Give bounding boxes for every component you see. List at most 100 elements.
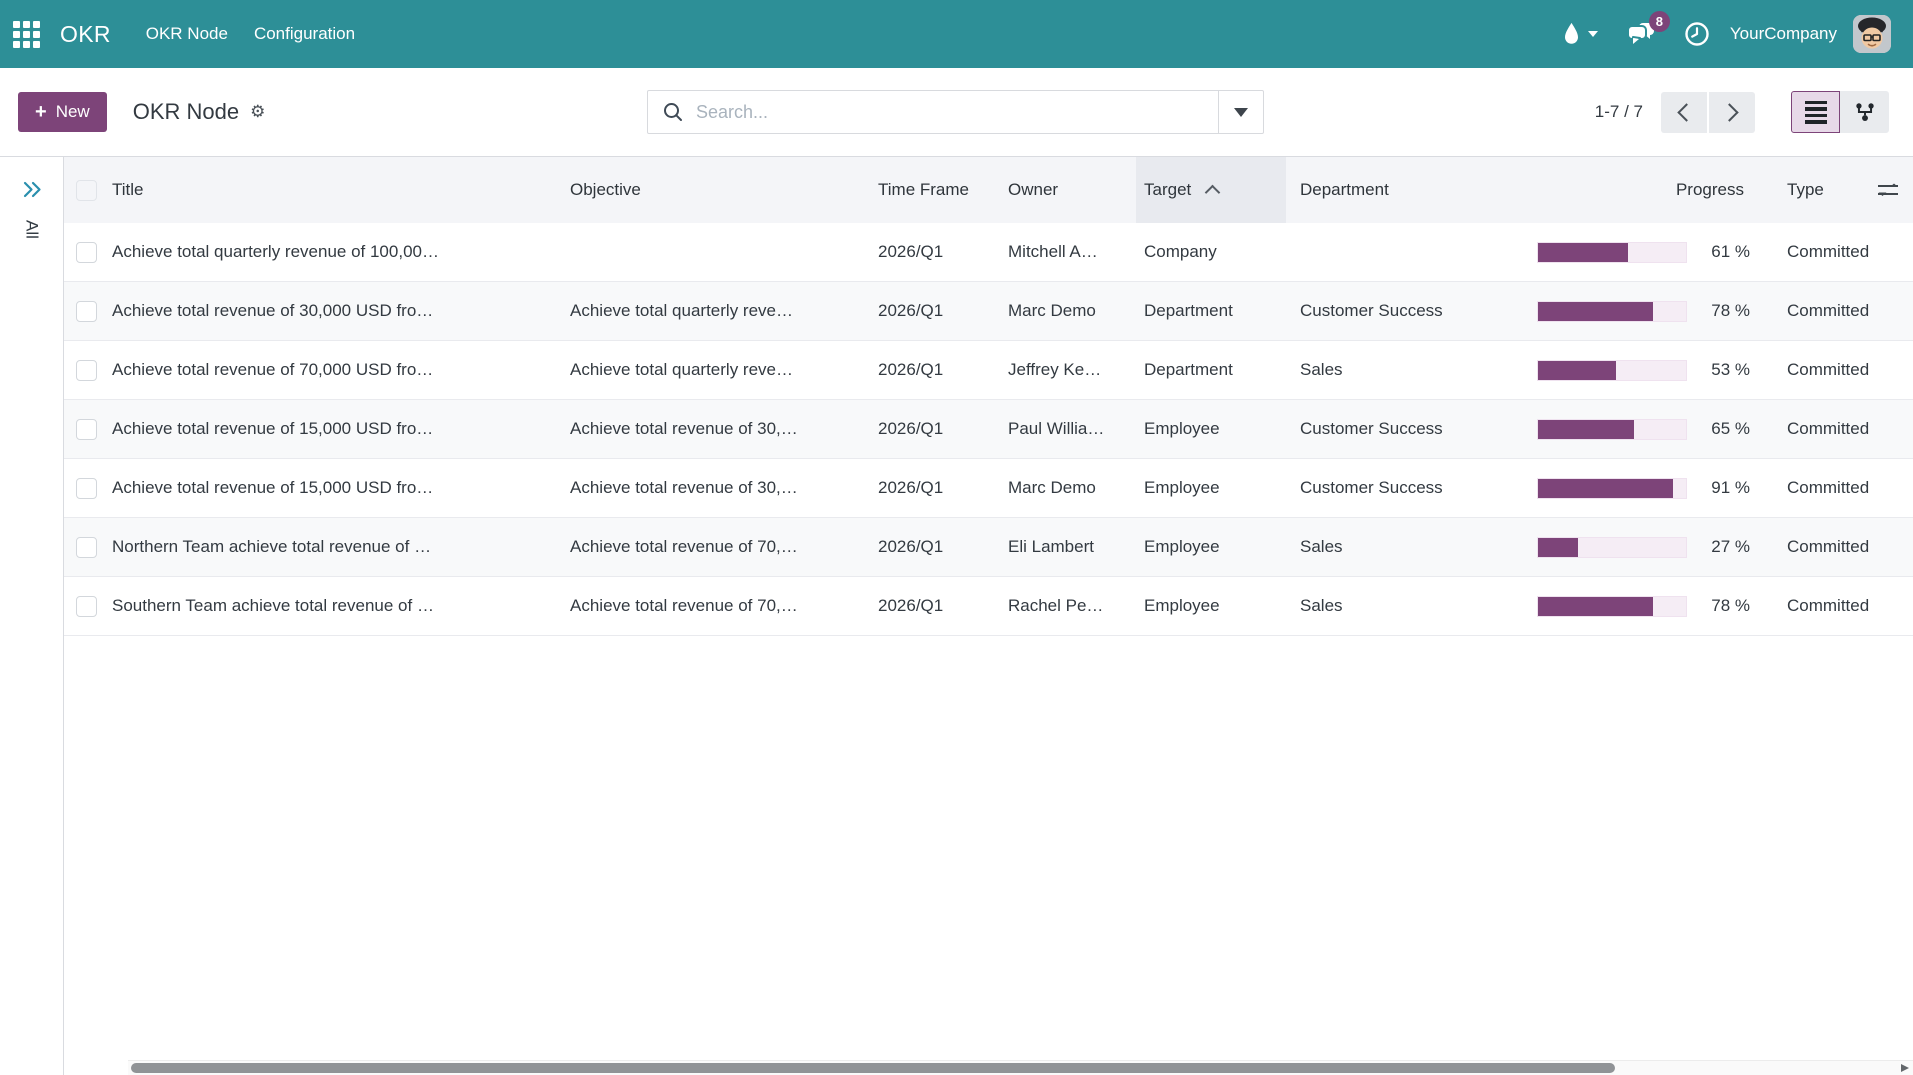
table-row[interactable]: Achieve total revenue of 15,000 USD fro…… — [64, 459, 1913, 518]
pager-previous-button[interactable] — [1661, 92, 1707, 133]
row-checkbox[interactable] — [76, 478, 97, 499]
table-row[interactable]: Achieve total quarterly revenue of 100,0… — [64, 223, 1913, 282]
column-header-progress[interactable]: Progress — [1534, 157, 1750, 223]
row-checkbox-cell — [64, 518, 108, 576]
column-header-objective[interactable]: Objective — [564, 157, 872, 223]
cell-time-frame: 2026/Q1 — [872, 478, 1000, 498]
progress-value: 91 % — [1711, 478, 1750, 498]
table-body: Achieve total quarterly revenue of 100,0… — [64, 223, 1913, 636]
cell-objective: Achieve total quarterly reve… — [564, 360, 872, 380]
chevron-down-icon — [1588, 31, 1598, 37]
hierarchy-view-icon — [1854, 101, 1876, 123]
list-view-button[interactable] — [1791, 91, 1840, 133]
cell-type: Committed — [1750, 360, 1913, 380]
cell-target: Employee — [1136, 596, 1286, 616]
progress-value: 27 % — [1711, 537, 1750, 557]
clock-icon — [1684, 21, 1710, 47]
row-checkbox[interactable] — [76, 242, 97, 263]
hierarchy-view-button[interactable] — [1840, 91, 1889, 133]
cell-department: Customer Success — [1286, 478, 1534, 498]
cell-title: Achieve total quarterly revenue of 100,0… — [108, 242, 564, 262]
cell-owner: Rachel Pe… — [1000, 596, 1136, 616]
new-button-label: New — [56, 102, 90, 122]
expand-panel-icon[interactable] — [22, 181, 42, 198]
table-row[interactable]: Achieve total revenue of 15,000 USD fro…… — [64, 400, 1913, 459]
table-row[interactable]: Southern Team achieve total revenue of …… — [64, 577, 1913, 636]
menu-okr-node[interactable]: OKR Node — [133, 16, 241, 52]
table-row[interactable]: Achieve total revenue of 30,000 USD fro…… — [64, 282, 1913, 341]
progress-bar-fill — [1538, 538, 1578, 557]
progress-value: 65 % — [1711, 419, 1750, 439]
apps-grid-icon[interactable] — [13, 21, 40, 48]
progress-bar-fill — [1538, 361, 1616, 380]
row-checkbox[interactable] — [76, 360, 97, 381]
new-button[interactable]: + New — [18, 92, 107, 132]
table-header: Title Objective Time Frame Owner Target … — [64, 157, 1913, 223]
cell-target: Company — [1136, 242, 1286, 262]
progress-bar — [1537, 301, 1687, 322]
row-checkbox[interactable] — [76, 596, 97, 617]
cell-type: Committed — [1750, 301, 1913, 321]
column-header-title[interactable]: Title — [108, 157, 564, 223]
activity-drop-menu[interactable] — [1562, 21, 1598, 47]
table-row[interactable]: Achieve total revenue of 70,000 USD fro…… — [64, 341, 1913, 400]
progress-bar-fill — [1538, 243, 1628, 262]
column-header-department[interactable]: Department — [1286, 157, 1534, 223]
company-switcher[interactable]: YourCompany — [1730, 24, 1837, 44]
row-checkbox[interactable] — [76, 537, 97, 558]
caret-down-icon — [1234, 108, 1248, 117]
pager-next-button[interactable] — [1709, 92, 1755, 133]
row-checkbox-cell — [64, 577, 108, 635]
view-switcher — [1791, 91, 1889, 133]
column-header-owner[interactable]: Owner — [1000, 157, 1136, 223]
cell-department: Sales — [1286, 596, 1534, 616]
select-all-checkbox[interactable] — [76, 180, 97, 201]
table-row[interactable]: Northern Team achieve total revenue of …… — [64, 518, 1913, 577]
row-checkbox-cell — [64, 223, 108, 281]
messages-menu[interactable]: 8 — [1626, 21, 1656, 47]
user-menu[interactable] — [1853, 15, 1891, 53]
cell-type: Committed — [1750, 242, 1913, 262]
horizontal-scrollbar[interactable] — [128, 1060, 1913, 1075]
progress-bar — [1537, 419, 1687, 440]
scrollbar-right-arrow[interactable] — [1901, 1064, 1909, 1072]
cell-owner: Marc Demo — [1000, 301, 1136, 321]
row-checkbox[interactable] — [76, 301, 97, 322]
progress-bar-fill — [1538, 420, 1634, 439]
menu-configuration[interactable]: Configuration — [241, 16, 368, 52]
cell-owner: Mitchell A… — [1000, 242, 1136, 262]
progress-bar-fill — [1538, 597, 1653, 616]
column-header-time-frame[interactable]: Time Frame — [872, 157, 1000, 223]
row-checkbox[interactable] — [76, 419, 97, 440]
search-options-toggle[interactable] — [1218, 91, 1263, 133]
progress-bar — [1537, 360, 1687, 381]
scrollbar-thumb[interactable] — [131, 1063, 1615, 1073]
progress-bar — [1537, 537, 1687, 558]
cell-time-frame: 2026/Q1 — [872, 537, 1000, 557]
cell-time-frame: 2026/Q1 — [872, 242, 1000, 262]
cell-type: Committed — [1750, 478, 1913, 498]
cell-type: Committed — [1750, 419, 1913, 439]
activities-clock-menu[interactable] — [1684, 21, 1710, 47]
page-title: OKR Node — [133, 99, 239, 125]
cell-progress: 78 % — [1534, 282, 1750, 340]
cell-target: Employee — [1136, 478, 1286, 498]
list-view-icon — [1805, 101, 1827, 124]
column-header-target[interactable]: Target — [1136, 157, 1286, 223]
page-settings-gear-icon[interactable]: ⚙ — [250, 102, 265, 122]
cell-progress: 27 % — [1534, 518, 1750, 576]
app-brand[interactable]: OKR — [60, 21, 111, 48]
cell-owner: Paul Willia… — [1000, 419, 1136, 439]
progress-bar-fill — [1538, 302, 1653, 321]
cell-objective: Achieve total quarterly reve… — [564, 301, 872, 321]
progress-value: 78 % — [1711, 596, 1750, 616]
cell-time-frame: 2026/Q1 — [872, 301, 1000, 321]
search-icon — [662, 101, 684, 123]
row-checkbox-cell — [64, 400, 108, 458]
search-input[interactable] — [694, 90, 1218, 134]
optional-columns-icon[interactable] — [1876, 180, 1900, 200]
panel-filter-all[interactable]: All — [22, 220, 42, 239]
row-checkbox-cell — [64, 282, 108, 340]
cell-objective: Achieve total revenue of 70,… — [564, 537, 872, 557]
row-checkbox-cell — [64, 341, 108, 399]
